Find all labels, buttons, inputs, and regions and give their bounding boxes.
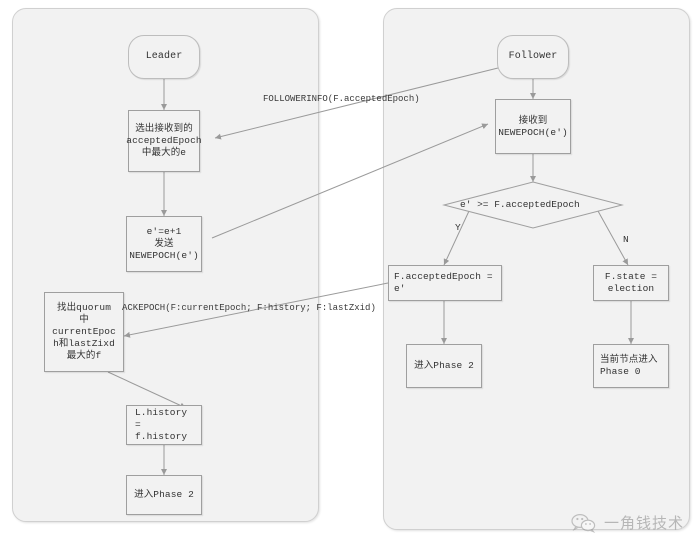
follower-enter-phase2-node[interactable]: 进入Phase 2 [406,344,482,388]
branch-yes-label: Y [455,222,461,233]
wechat-icon [571,513,596,533]
follower-state-election-label: F.state = election [604,271,658,294]
leader-set-history-label: L.history = f.history [135,407,188,442]
follower-decision-label: e' >= F.acceptedEpoch [460,199,580,210]
follower-start-label: Follower [508,51,558,62]
watermark: 一角钱技术 [571,512,684,533]
branch-no-label: N [623,234,629,245]
follower-enter-phase0-node[interactable]: 当前节点进入 Phase 0 [593,344,669,388]
follower-state-election-node[interactable]: F.state = election [593,265,669,301]
leader-enter-phase2-label: 进入Phase 2 [134,489,194,500]
leader-find-quorum-label: 找出quorum 中 currentEpoc h和lastZixd 最大的f [52,302,116,361]
leader-select-max-epoch-node[interactable]: 选出接收到的 acceptedEpoch 中最大的e [126,110,202,172]
follower-enter-phase2-label: 进入Phase 2 [414,360,474,371]
follower-receive-newepoch-label: 接收到 NEWEPOCH(e') [498,114,568,138]
leader-new-epoch-label: e'=e+1 发送 NEWEPOCH(e') [129,226,199,261]
follower-accept-epoch-node[interactable]: F.acceptedEpoch = e' [388,265,502,301]
follower-enter-phase0-label: 当前节点进入 Phase 0 [600,354,658,377]
leader-set-history-node[interactable]: L.history = f.history [126,405,202,445]
leader-find-quorum-node[interactable]: 找出quorum 中 currentEpoc h和lastZixd 最大的f [44,292,124,372]
watermark-text: 一角钱技术 [603,514,684,532]
leader-new-epoch-node[interactable]: e'=e+1 发送 NEWEPOCH(e') [126,216,202,272]
follower-receive-newepoch-node[interactable]: 接收到 NEWEPOCH(e') [495,99,571,154]
leader-start-label: Leader [145,51,183,62]
leader-select-max-epoch-label: 选出接收到的 acceptedEpoch 中最大的e [126,123,202,158]
followerinfo-edge-label: FOLLOWERINFO(F.acceptedEpoch) [263,94,420,104]
leader-start-node[interactable]: Leader [128,35,200,79]
follower-start-node[interactable]: Follower [497,35,569,79]
leader-enter-phase2-node[interactable]: 进入Phase 2 [126,475,202,515]
ackepoch-edge-label: ACKEPOCH(F:currentEpoch; F:history; F:la… [122,303,376,313]
flowchart-canvas: Leader 选出接收到的 acceptedEpoch 中最大的e e'=e+1… [0,0,700,545]
follower-accept-epoch-label: F.acceptedEpoch = e' [394,271,493,294]
